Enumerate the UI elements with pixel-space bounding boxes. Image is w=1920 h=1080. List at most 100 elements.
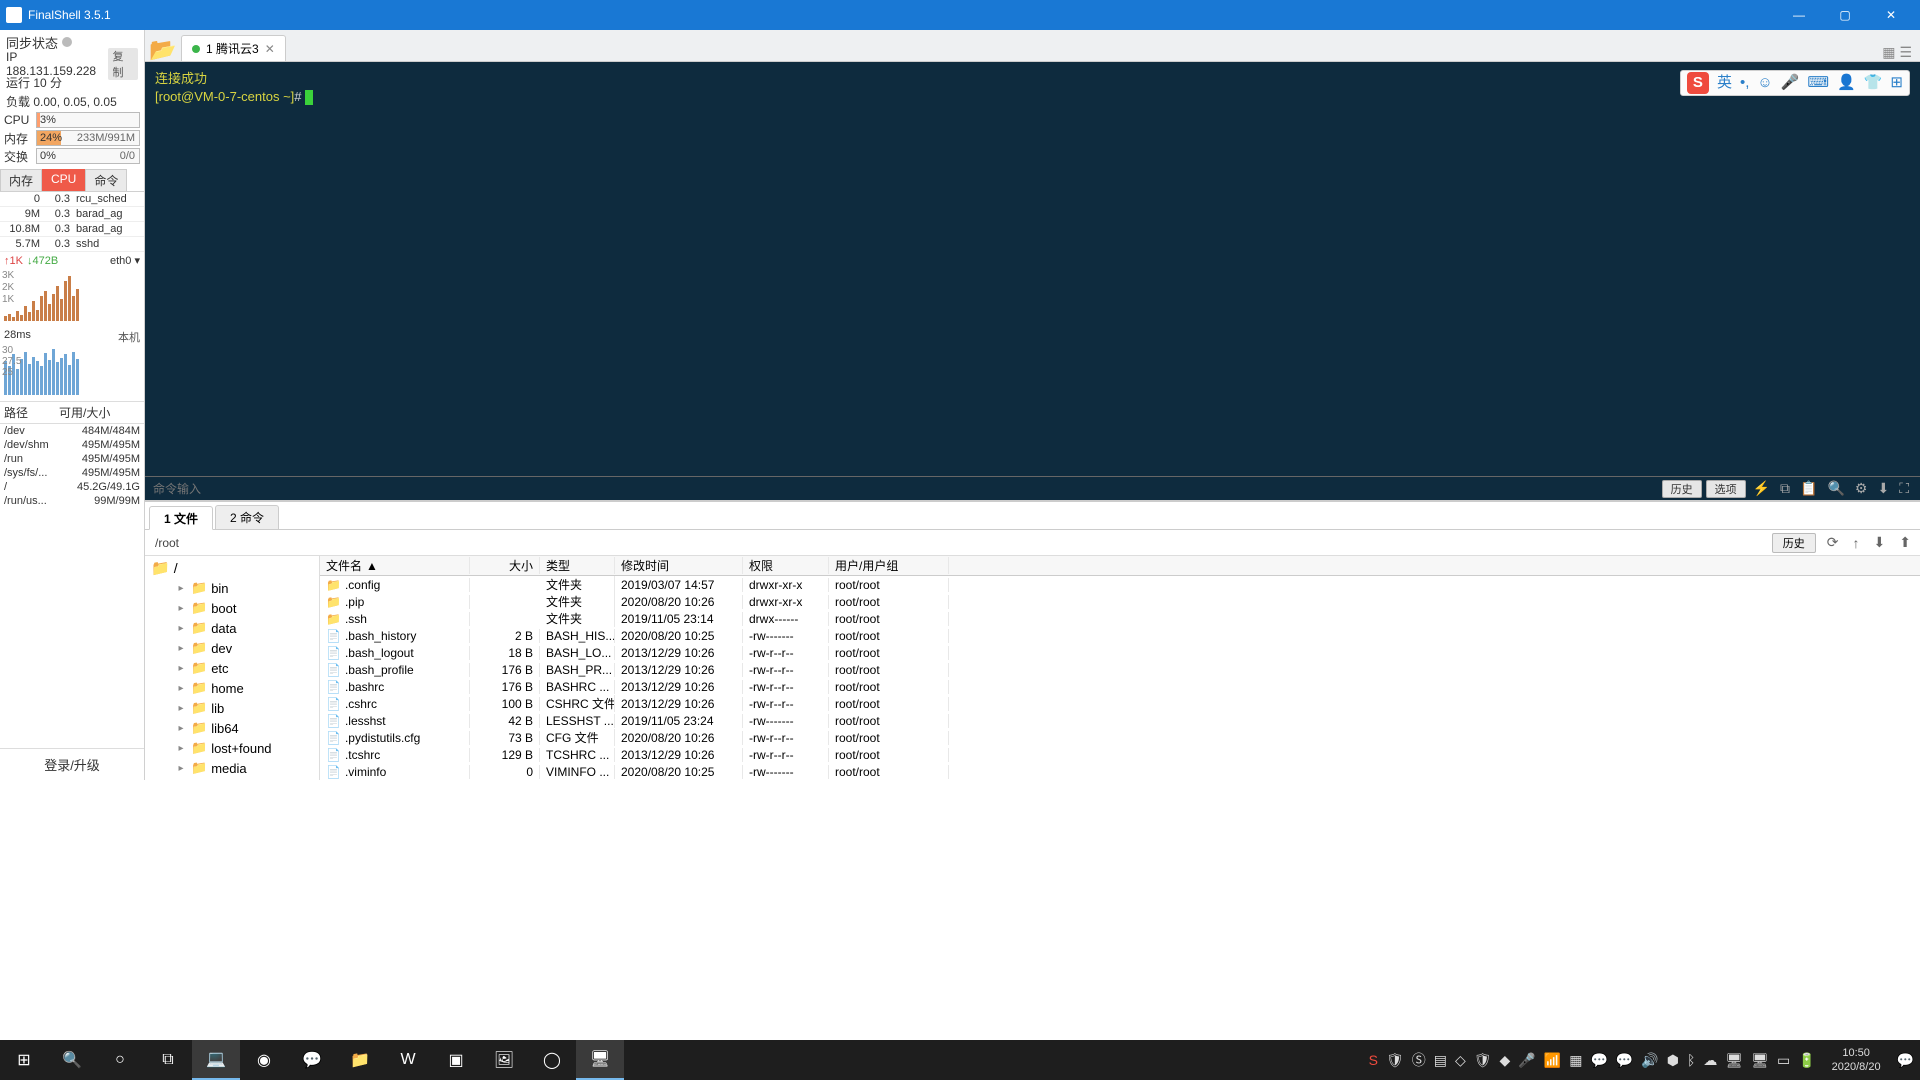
tree-item[interactable]: ▸📁lib <box>145 698 319 718</box>
ime-skin-icon[interactable]: 👕 <box>1864 74 1883 92</box>
tree-item[interactable]: ▸📁dev <box>145 638 319 658</box>
tab-mem[interactable]: 内存 <box>0 169 42 191</box>
sogou-icon[interactable]: S <box>1687 72 1709 94</box>
taskbar[interactable]: ⊞ 🔍 ○ ⧉ 💻 ◉ 💬 📁 W ▣ 🖼 ◯ 🖥 S 🛡 Ⓢ ▤ ◇ 🛡 ◆ … <box>0 1040 1920 1080</box>
tab-files[interactable]: 1 文件 <box>149 506 213 530</box>
close-tab-icon[interactable]: ✕ <box>265 42 275 56</box>
start-button[interactable]: ⊞ <box>0 1040 48 1080</box>
disk-row[interactable]: /run495M/495M <box>0 452 144 466</box>
taskbar-chrome[interactable]: ◯ <box>528 1040 576 1080</box>
taskbar-word[interactable]: W <box>384 1040 432 1080</box>
tray-icon[interactable]: 🛡 <box>1474 1052 1492 1069</box>
expand-icon[interactable]: ▸ <box>175 743 187 754</box>
ime-emoji-icon[interactable]: ☺ <box>1757 74 1772 92</box>
ime-voice-icon[interactable]: 🎤 <box>1781 74 1800 92</box>
copy-icon[interactable]: ⧉ <box>1777 480 1793 497</box>
process-row[interactable]: 5.7M0.3sshd <box>0 237 144 252</box>
file-row[interactable]: 📄.bash_logout18 BBASH_LO...2013/12/29 10… <box>320 644 1920 661</box>
disk-row[interactable]: /run/us...99M/99M <box>0 494 144 508</box>
expand-icon[interactable]: ▸ <box>175 703 187 714</box>
tab-cmd[interactable]: 命令 <box>85 169 127 191</box>
col-perm[interactable]: 权限 <box>743 557 829 574</box>
tray-icon[interactable]: ◆ <box>1500 1052 1511 1069</box>
search-icon[interactable]: 🔍 <box>1824 480 1847 497</box>
login-link[interactable]: 登录/升级 <box>0 748 144 780</box>
download-file-icon[interactable]: ⬇ <box>1871 534 1889 551</box>
taskbar-finalshell[interactable]: 🖥 <box>576 1040 624 1080</box>
tree-item[interactable]: ▸📁etc <box>145 658 319 678</box>
taskbar-app[interactable]: 💻 <box>192 1040 240 1080</box>
tray-icon[interactable]: ▭ <box>1777 1052 1790 1069</box>
refresh-icon[interactable]: ⟳ <box>1824 534 1842 551</box>
file-row[interactable]: 📁.pip文件夹2020/08/20 10:26drwxr-xr-xroot/r… <box>320 593 1920 610</box>
file-row[interactable]: 📁.config文件夹2019/03/07 14:57drwxr-xr-xroo… <box>320 576 1920 593</box>
tray-notifications-icon[interactable]: 💬 <box>1897 1052 1914 1069</box>
download-icon[interactable]: ⬇ <box>1874 480 1892 497</box>
layout-split-icon[interactable]: ☰ <box>1899 44 1912 61</box>
tray-icon[interactable]: 💬 <box>1590 1052 1607 1069</box>
path-input[interactable]: /root <box>151 534 1764 552</box>
tray-battery-icon[interactable]: 🔋 <box>1798 1052 1815 1069</box>
taskbar-app[interactable]: ▣ <box>432 1040 480 1080</box>
tray-icon[interactable]: 🖥 <box>1751 1052 1769 1069</box>
col-mtime[interactable]: 修改时间 <box>615 557 743 574</box>
tray-icon[interactable]: ▤ <box>1434 1052 1447 1069</box>
expand-icon[interactable]: ▸ <box>175 623 187 634</box>
tray-icon[interactable]: ▦ <box>1569 1052 1582 1069</box>
file-row[interactable]: 📄.viminfo0VIMINFO ...2020/08/20 10:25-rw… <box>320 763 1920 780</box>
minimize-button[interactable]: — <box>1776 0 1822 30</box>
tab-cpu[interactable]: CPU <box>42 169 85 191</box>
col-name[interactable]: 文件名 ▲ <box>320 557 470 574</box>
command-input[interactable] <box>153 482 1662 496</box>
process-row[interactable]: 9M0.3barad_ag <box>0 207 144 222</box>
ime-user-icon[interactable]: 👤 <box>1837 74 1856 92</box>
col-type[interactable]: 类型 <box>540 557 615 574</box>
expand-icon[interactable]: ▸ <box>175 663 187 674</box>
fullscreen-icon[interactable]: ⛶ <box>1896 480 1912 497</box>
tree-root[interactable]: 📁/ <box>145 558 319 578</box>
bolt-icon[interactable]: ⚡ <box>1750 480 1773 497</box>
cortana-button[interactable]: ○ <box>96 1040 144 1080</box>
tray-skype-icon[interactable]: Ⓢ <box>1412 1050 1426 1070</box>
file-row[interactable]: 📄.lesshst42 BLESSHST ...2019/11/05 23:24… <box>320 712 1920 729</box>
taskbar-wechat[interactable]: 💬 <box>288 1040 336 1080</box>
tray-volume-icon[interactable]: 🔊 <box>1641 1052 1658 1069</box>
tray-icon[interactable]: ⬢ <box>1667 1052 1679 1069</box>
taskbar-app[interactable]: 🖼 <box>480 1040 528 1080</box>
ime-lang[interactable]: 英 <box>1717 74 1732 92</box>
tree-item[interactable]: ▸📁home <box>145 678 319 698</box>
expand-icon[interactable]: ▸ <box>175 763 187 774</box>
session-tab[interactable]: 1 腾讯云3 ✕ <box>181 35 286 61</box>
taskview-button[interactable]: ⧉ <box>144 1040 192 1080</box>
file-row[interactable]: 📄.bash_history2 BBASH_HIS...2020/08/20 1… <box>320 627 1920 644</box>
tree-item[interactable]: ▸📁boot <box>145 598 319 618</box>
file-row[interactable]: 📄.cshrc100 BCSHRC 文件2013/12/29 10:26-rw-… <box>320 695 1920 712</box>
process-row[interactable]: 10.8M0.3barad_ag <box>0 222 144 237</box>
tray-icon[interactable]: 💬 <box>1616 1052 1633 1069</box>
maximize-button[interactable]: ▢ <box>1822 0 1868 30</box>
ime-bar[interactable]: S 英 •, ☺ 🎤 ⌨ 👤 👕 ⊞ <box>1680 70 1910 96</box>
ime-punct-icon[interactable]: •, <box>1740 74 1749 92</box>
gear-icon[interactable]: ⚙ <box>1852 480 1871 497</box>
file-row[interactable]: 📄.bashrc176 BBASHRC ...2013/12/29 10:26-… <box>320 678 1920 695</box>
file-row[interactable]: 📄.tcshrc129 BTCSHRC ...2013/12/29 10:26-… <box>320 746 1920 763</box>
tree-item[interactable]: ▸📁lib64 <box>145 718 319 738</box>
options-button[interactable]: 选项 <box>1706 480 1746 498</box>
file-row[interactable]: 📁.ssh文件夹2019/11/05 23:14drwx------root/r… <box>320 610 1920 627</box>
tray-wifi-icon[interactable]: 📶 <box>1544 1052 1561 1069</box>
search-button[interactable]: 🔍 <box>48 1040 96 1080</box>
taskbar-app[interactable]: ◉ <box>240 1040 288 1080</box>
tree-item[interactable]: ▸📁bin <box>145 578 319 598</box>
tray-bluetooth-icon[interactable]: ᛒ <box>1687 1052 1695 1068</box>
expand-icon[interactable]: ▸ <box>175 723 187 734</box>
expand-icon[interactable]: ▸ <box>175 583 187 594</box>
upload-file-icon[interactable]: ⬆ <box>1896 534 1914 551</box>
path-history-button[interactable]: 历史 <box>1772 533 1816 553</box>
ime-toolbox-icon[interactable]: ⊞ <box>1890 74 1903 92</box>
taskbar-explorer[interactable]: 📁 <box>336 1040 384 1080</box>
layout-grid-icon[interactable]: ▦ <box>1882 44 1895 61</box>
disk-row[interactable]: /dev484M/484M <box>0 424 144 438</box>
tray-icon[interactable]: ☁ <box>1703 1052 1717 1069</box>
tray-icon[interactable]: ◇ <box>1455 1052 1466 1069</box>
close-button[interactable]: ✕ <box>1868 0 1914 30</box>
